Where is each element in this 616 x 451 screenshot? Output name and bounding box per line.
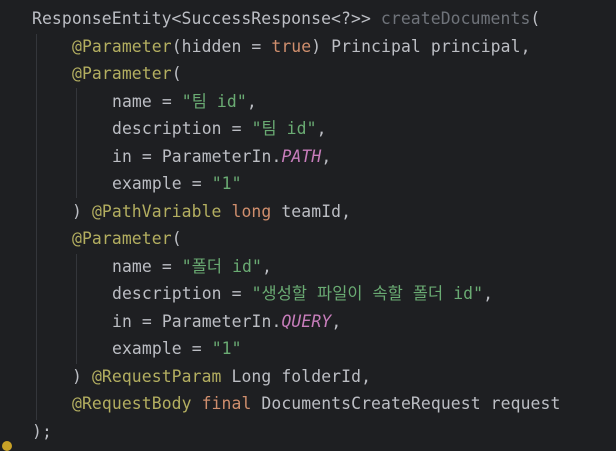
code-line-3[interactable]: @Parameter( <box>72 60 182 88</box>
open-paren: ( <box>530 9 541 28</box>
code-line-9[interactable]: @Parameter( <box>72 225 182 253</box>
open-paren: ( <box>171 229 182 248</box>
annotation: @Parameter <box>72 37 172 56</box>
indent-guide-3 <box>76 254 77 364</box>
keyword-long: long <box>231 202 272 221</box>
method-name: createDocuments <box>380 9 531 28</box>
keyword-true: true <box>271 37 312 56</box>
comma: , <box>321 147 332 166</box>
attr-key: description = <box>112 119 252 138</box>
attr-key: example = <box>112 174 212 193</box>
keyword-final: final <box>201 394 252 413</box>
param-name: teamId, <box>271 202 352 221</box>
close-paren: ) <box>72 202 92 221</box>
string-literal: "폴더 id" <box>181 257 262 276</box>
warning-dot-icon[interactable] <box>2 441 12 451</box>
string-literal: "1" <box>211 339 242 358</box>
indent-guide-1 <box>36 34 37 420</box>
code-line-2[interactable]: @Parameter(hidden = true) Principal prin… <box>72 33 531 61</box>
return-type: ResponseEntity<SuccessResponse<?>> <box>32 9 381 28</box>
code-line-16[interactable]: ); <box>32 418 52 446</box>
attr-key: in = ParameterIn. <box>112 312 282 331</box>
string-literal: "팀 id" <box>181 92 247 111</box>
comma: , <box>316 119 327 138</box>
comma: , <box>483 284 494 303</box>
comma: , <box>261 257 272 276</box>
indent-guide-2 <box>76 88 77 198</box>
attr-key: in = ParameterIn. <box>112 147 282 166</box>
code-line-14[interactable]: ) @RequestParam Long folderId, <box>72 363 371 391</box>
code-line-8[interactable]: ) @PathVariable long teamId, <box>72 198 351 226</box>
annotation: @Parameter <box>72 229 172 248</box>
param-text: ) Principal principal, <box>311 37 531 56</box>
code-editor[interactable]: ResponseEntity<SuccessResponse<?>> creat… <box>0 0 616 451</box>
code-line-5[interactable]: description = "팀 id", <box>112 115 327 143</box>
string-literal: "1" <box>211 174 242 193</box>
code-line-15[interactable]: @RequestBody final DocumentsCreateReques… <box>72 390 560 418</box>
open-paren: ( <box>171 64 182 83</box>
code-line-12[interactable]: in = ParameterIn.QUERY, <box>112 308 341 336</box>
code-line-4[interactable]: name = "팀 id", <box>112 88 257 116</box>
param-name: Long folderId, <box>221 367 372 386</box>
param-text: (hidden = <box>171 37 272 56</box>
annotation: @PathVariable <box>91 202 222 221</box>
comma: , <box>331 312 342 331</box>
attr-key: example = <box>112 339 212 358</box>
code-line-10[interactable]: name = "폴더 id", <box>112 253 272 281</box>
close-statement: ); <box>32 422 52 441</box>
attr-key: name = <box>112 257 182 276</box>
annotation: @Parameter <box>72 64 172 83</box>
annotation: @RequestBody <box>72 394 192 413</box>
comma: , <box>246 92 257 111</box>
param-name: DocumentsCreateRequest request <box>251 394 561 413</box>
code-line-6[interactable]: in = ParameterIn.PATH, <box>112 143 331 171</box>
attr-key: description = <box>112 284 252 303</box>
enum-constant: QUERY <box>281 312 332 331</box>
code-line-11[interactable]: description = "생성할 파일이 속할 폴더 id", <box>112 280 493 308</box>
enum-constant: PATH <box>281 147 322 166</box>
string-literal: "팀 id" <box>251 119 317 138</box>
code-line-1[interactable]: ResponseEntity<SuccessResponse<?>> creat… <box>32 5 540 33</box>
annotation: @RequestParam <box>91 367 222 386</box>
code-line-7[interactable]: example = "1" <box>112 170 242 198</box>
close-paren: ) <box>72 367 92 386</box>
code-line-13[interactable]: example = "1" <box>112 335 242 363</box>
string-literal: "생성할 파일이 속할 폴더 id" <box>251 284 484 303</box>
attr-key: name = <box>112 92 182 111</box>
